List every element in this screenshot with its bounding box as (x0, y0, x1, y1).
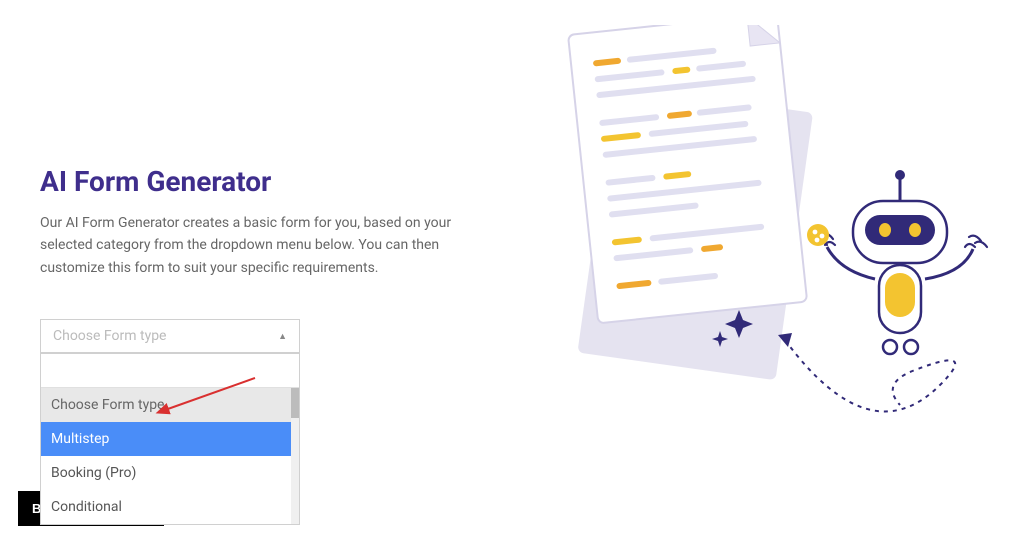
form-type-option-booking[interactable]: Booking (Pro) (41, 456, 299, 490)
page-title: AI Form Generator (40, 165, 490, 198)
page-description: Our AI Form Generator creates a basic fo… (40, 212, 470, 279)
form-type-dropdown-placeholder: Choose Form type (53, 328, 166, 344)
form-type-option-list: Choose Form type Multistep Booking (Pro)… (41, 388, 299, 524)
form-type-dropdown-panel: Choose Form type Multistep Booking (Pro)… (40, 353, 300, 525)
hero-illustration (520, 25, 1020, 465)
form-type-dropdown-trigger[interactable]: Choose Form type ▲ (40, 319, 300, 353)
form-type-search-input[interactable] (41, 354, 299, 388)
dropdown-scrollbar-thumb[interactable] (291, 388, 299, 418)
form-type-option-placeholder[interactable]: Choose Form type (41, 388, 299, 422)
chevron-up-icon: ▲ (278, 331, 287, 342)
dropdown-scrollbar-track (291, 388, 299, 524)
form-type-option-conditional[interactable]: Conditional (41, 490, 299, 524)
form-type-dropdown[interactable]: Choose Form type ▲ Choose Form type Mult… (40, 319, 300, 353)
form-generator-left-panel: AI Form Generator Our AI Form Generator … (0, 0, 490, 538)
form-type-option-multistep[interactable]: Multistep (41, 422, 299, 456)
